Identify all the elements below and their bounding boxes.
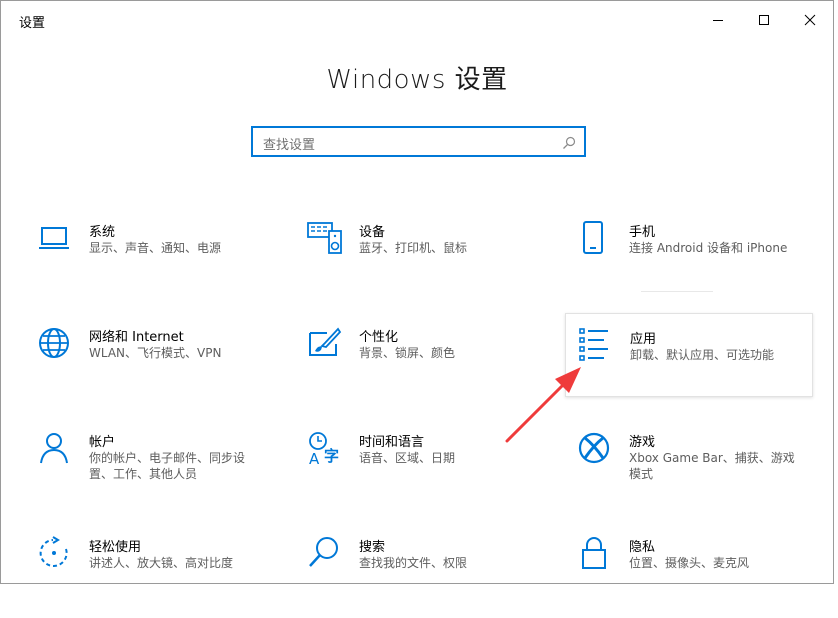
person-icon <box>37 431 77 471</box>
annotation-arrow <box>505 367 581 443</box>
tile-devices[interactable]: 设备 蓝牙、打印机、鼠标 <box>307 221 555 303</box>
ease-of-access-icon <box>37 536 77 576</box>
phone-icon <box>577 221 617 261</box>
tile-phone[interactable]: 手机 连接 Android 设备和 iPhone <box>577 221 825 303</box>
tile-title: 帐户 <box>89 435 116 450</box>
paint-icon <box>307 326 347 366</box>
tile-ease-of-access[interactable]: 轻松使用 讲述人、放大镜、高对比度 <box>37 536 285 618</box>
minimize-icon <box>712 14 724 26</box>
tile-title: 手机 <box>629 225 656 240</box>
tile-system[interactable]: 系统 显示、声音、通知、电源 <box>37 221 285 303</box>
app-title: 设置 <box>19 16 46 31</box>
search-icon <box>562 135 576 154</box>
tile-description: 显示、声音、通知、电源 <box>89 241 222 255</box>
tile-description: 背景、锁屏、颜色 <box>359 346 456 360</box>
tile-title: 系统 <box>89 225 116 240</box>
search-box[interactable]: 查找设置 <box>251 126 586 157</box>
tile-title: 游戏 <box>629 435 656 450</box>
tile-description: 卸载、默认应用、可选功能 <box>630 348 775 362</box>
svg-text:字: 字 <box>324 447 339 465</box>
search-input[interactable]: 查找设置 <box>263 134 315 153</box>
close-icon <box>804 14 816 26</box>
tile-description: 连接 Android 设备和 iPhone <box>629 241 788 255</box>
tile-title: 搜索 <box>359 540 386 555</box>
tile-title: 时间和语言 <box>359 435 425 450</box>
tile-description: Xbox Game Bar、捕获、游戏模式 <box>629 451 795 481</box>
tile-title: 个性化 <box>359 330 399 345</box>
tile-description: 位置、摄像头、麦克风 <box>629 556 750 570</box>
title-bar[interactable]: 设置 <box>1 1 833 39</box>
tile-search[interactable]: 搜索 查找我的文件、权限 <box>307 536 555 618</box>
tile-title: 应用 <box>630 332 657 347</box>
tile-title: 设备 <box>359 225 386 240</box>
search-tile-icon <box>307 536 347 576</box>
tile-title: 隐私 <box>629 540 656 555</box>
tile-privacy[interactable]: 隐私 位置、摄像头、麦克风 <box>577 536 825 618</box>
tile-gaming[interactable]: 游戏 Xbox Game Bar、捕获、游戏模式 <box>577 431 825 513</box>
keyboard-speaker-icon <box>307 221 347 261</box>
tile-description: 语音、区域、日期 <box>359 451 456 465</box>
tile-title: 轻松使用 <box>89 540 142 555</box>
tile-description: 查找我的文件、权限 <box>359 556 468 570</box>
maximize-icon <box>758 14 770 26</box>
maximize-button[interactable] <box>741 1 787 39</box>
laptop-icon <box>37 221 77 261</box>
tile-description: WLAN、飞行模式、VPN <box>89 346 222 360</box>
svg-text:A: A <box>309 450 320 467</box>
lock-icon <box>577 536 617 576</box>
page-title: Windows 设置 <box>326 65 508 95</box>
tile-description: 你的帐户、电子邮件、同步设置、工作、其他人员 <box>89 451 246 481</box>
globe-icon <box>37 326 77 366</box>
tile-network[interactable]: 网络和 Internet WLAN、飞行模式、VPN <box>37 326 285 408</box>
tile-description: 讲述人、放大镜、高对比度 <box>89 556 234 570</box>
tile-apps[interactable]: 应用 卸载、默认应用、可选功能 <box>565 313 813 397</box>
close-button[interactable] <box>787 1 833 39</box>
minimize-button[interactable] <box>695 1 741 39</box>
tile-accounts[interactable]: 帐户 你的帐户、电子邮件、同步设置、工作、其他人员 <box>37 431 285 513</box>
time-language-icon: A字 <box>307 431 347 471</box>
settings-window: 设置 Windows 设置 查找设置 系统 显示、声音、通知、电源 设备 蓝牙、… <box>0 0 834 584</box>
tile-title: 网络和 Internet <box>89 330 184 345</box>
tile-description: 蓝牙、打印机、鼠标 <box>359 241 468 255</box>
